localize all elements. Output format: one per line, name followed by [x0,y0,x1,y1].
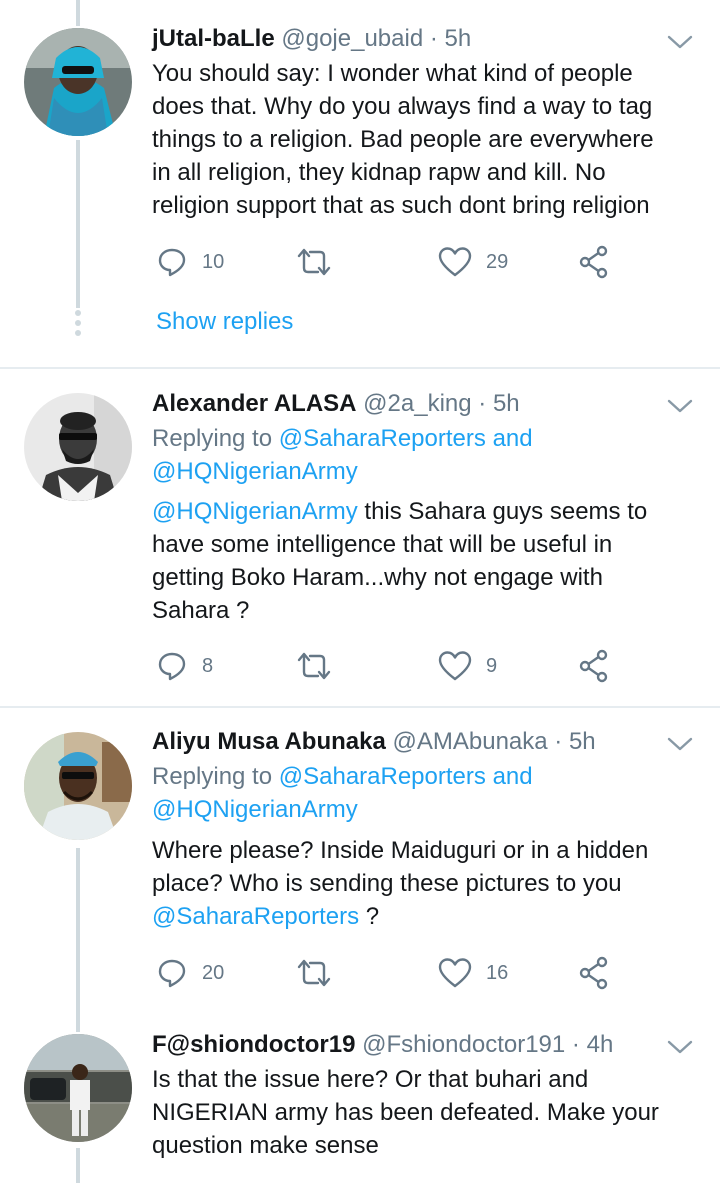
tweet-header: Alexander ALASA @2a_king · 5h [152,389,520,419]
heart-icon [438,958,472,988]
reply-button[interactable]: 20 [156,953,224,993]
separator: · [429,25,438,52]
tweet-actions: 20 16 [152,953,622,993]
chevron-down-icon[interactable] [666,32,694,52]
reply-button[interactable]: 10 [156,242,224,282]
thread-line [76,1148,80,1183]
tweet-text: @HQNigerianArmy this Sahara guys seems t… [152,498,648,624]
reply-icon [158,652,186,681]
like-button[interactable]: 16 [438,953,508,993]
reply-button[interactable]: 8 [156,646,213,686]
avatar[interactable] [24,1034,132,1142]
tweet-2[interactable]: Alexander ALASA @2a_king · 5h Replying t… [0,369,720,706]
user-handle[interactable]: @Fshiondoctor191 [362,1031,565,1058]
reply-count: 8 [202,654,214,677]
like-count: 29 [486,250,509,273]
display-name[interactable]: F@shiondoctor19 [152,1031,355,1058]
display-name[interactable]: Aliyu Musa Abunaka [152,728,386,755]
user-handle[interactable]: @AMAbunaka [393,728,548,755]
timestamp[interactable]: 5h [445,25,472,52]
heart-icon [438,247,472,277]
reply-count: 10 [202,250,225,273]
separator: · [571,1031,580,1058]
retweet-button[interactable] [296,646,332,686]
like-button[interactable]: 29 [438,242,508,282]
like-count: 16 [486,961,509,984]
timestamp[interactable]: 5h [569,728,596,755]
tweet-header: Aliyu Musa Abunaka @AMAbunaka · 5h [152,727,596,757]
avatar[interactable] [24,28,132,136]
retweet-icon [297,959,331,987]
retweet-icon [297,652,331,680]
show-replies-link[interactable]: Show replies [156,308,293,336]
share-icon [579,245,608,279]
mention-link[interactable]: @HQNigerianArmy [152,498,358,525]
tweet-actions: 10 29 [152,242,622,282]
chevron-down-icon[interactable] [666,396,694,416]
tweet-3[interactable]: Aliyu Musa Abunaka @AMAbunaka · 5h Reply… [0,708,720,1008]
share-icon [579,956,608,990]
tweet-4[interactable]: F@shiondoctor19 @Fshiondoctor191 · 4h Is… [0,1008,720,1183]
tweet-text: Where please? Inside Maiduguri or in a h… [152,837,649,930]
separator: · [554,728,563,755]
retweet-icon [297,248,331,276]
replying-to: Replying to @SaharaReporters and @HQNige… [152,425,533,485]
tweet-text: Is that the issue here? Or that buhari a… [152,1066,659,1159]
share-icon [579,649,608,683]
mention-link[interactable]: @HQNigerianArmy [152,796,358,823]
timestamp[interactable]: 4h [587,1031,614,1058]
retweet-button[interactable] [296,242,332,282]
tweet-header: F@shiondoctor19 @Fshiondoctor191 · 4h [152,1030,613,1060]
tweet-1[interactable]: jUtal-baLle @goje_ubaid · 5h You should … [0,0,720,368]
chevron-down-icon[interactable] [666,734,694,754]
replying-to: Replying to @SaharaReporters and @HQNige… [152,763,533,823]
chevron-down-icon[interactable] [666,1037,694,1057]
thread-line [76,1008,80,1032]
thread-line [76,848,80,1008]
reply-count: 20 [202,961,225,984]
avatar[interactable] [24,732,132,840]
user-handle[interactable]: @2a_king [363,390,471,417]
thread-line [76,0,80,26]
heart-icon [438,651,472,681]
tweet-actions: 8 9 [152,646,622,686]
display-name[interactable]: jUtal-baLle [152,25,275,52]
tweet-text: You should say: I wonder what kind of pe… [152,60,654,219]
share-button[interactable] [578,646,610,686]
avatar[interactable] [24,393,132,501]
retweet-button[interactable] [296,953,332,993]
display-name[interactable]: Alexander ALASA [152,390,357,417]
timestamp[interactable]: 5h [493,390,520,417]
share-button[interactable] [578,953,610,993]
share-button[interactable] [578,242,610,282]
mention-link[interactable]: @HQNigerianArmy [152,458,358,485]
user-handle[interactable]: @goje_ubaid [281,25,423,52]
like-count: 9 [486,654,498,677]
more-replies-indicator [74,310,82,340]
thread-line [76,140,80,308]
mention-link[interactable]: @SaharaReporters [279,763,486,790]
reply-icon [158,959,186,988]
mention-link[interactable]: @SaharaReporters [152,903,359,930]
mention-link[interactable]: @SaharaReporters [279,425,486,452]
tweet-header: jUtal-baLle @goje_ubaid · 5h [152,24,471,54]
reply-icon [158,248,186,277]
like-button[interactable]: 9 [438,646,497,686]
separator: · [478,390,487,417]
